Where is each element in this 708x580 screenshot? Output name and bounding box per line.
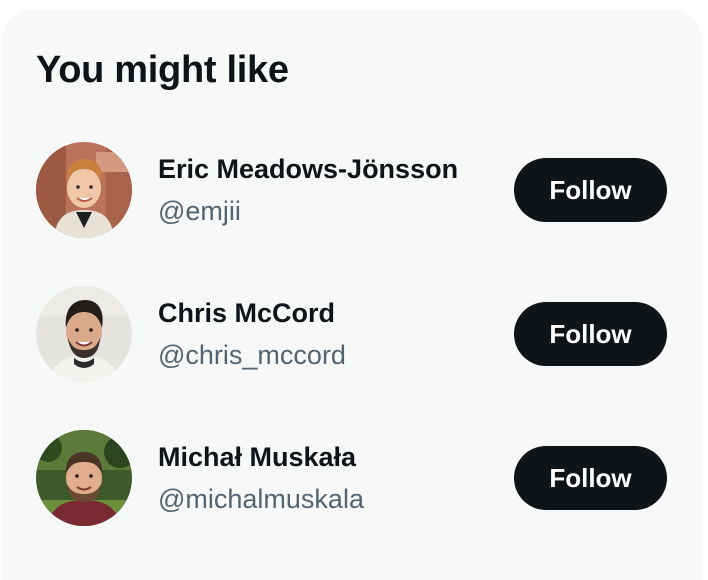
user-name[interactable]: Michał Muskała <box>158 440 356 474</box>
widget-title: You might like <box>36 49 289 91</box>
avatar-photo-icon <box>36 286 132 382</box>
suggestion-row[interactable]: Chris McCord @chris_mccord Follow <box>2 260 702 404</box>
suggestion-row[interactable]: Eric Meadows-Jönsson @emjii Follow <box>2 116 702 260</box>
avatar-photo-icon <box>36 430 132 526</box>
suggestion-row[interactable]: Michał Muskała @michalmuskala Follow <box>2 404 702 548</box>
follow-button[interactable]: Follow <box>514 446 667 510</box>
avatar[interactable] <box>36 286 132 382</box>
user-handle[interactable]: @chris_mccord <box>158 338 346 372</box>
user-name[interactable]: Eric Meadows-Jönsson <box>158 152 458 186</box>
follow-button[interactable]: Follow <box>514 302 667 366</box>
avatar[interactable] <box>36 142 132 238</box>
avatar[interactable] <box>36 430 132 526</box>
user-name[interactable]: Chris McCord <box>158 296 335 330</box>
user-handle[interactable]: @emjii <box>158 194 241 228</box>
user-handle[interactable]: @michalmuskala <box>158 482 364 516</box>
who-to-follow-card: You might like Eric Meadows-Jönsson @emj… <box>2 10 702 580</box>
follow-button[interactable]: Follow <box>514 158 667 222</box>
avatar-photo-icon <box>36 142 132 238</box>
